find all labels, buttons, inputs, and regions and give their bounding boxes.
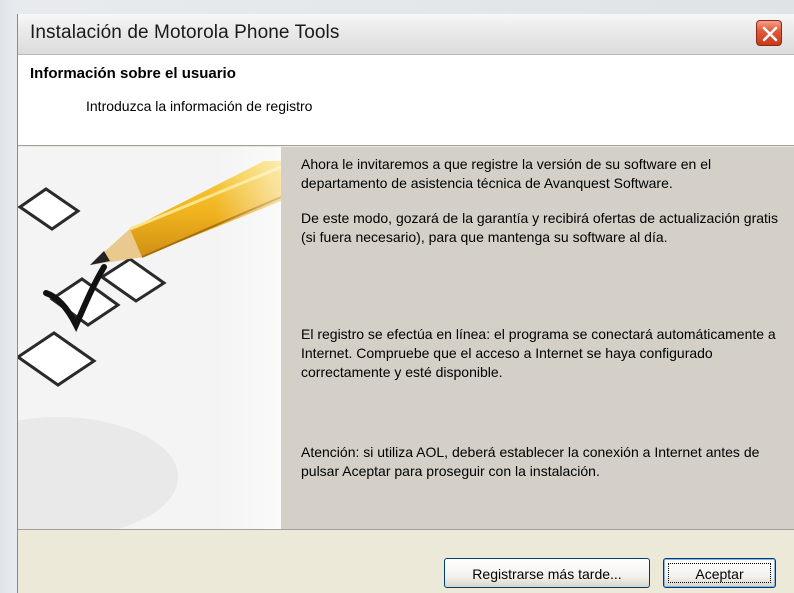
info-paragraph: Atención: si utiliza AOL, deberá estable… (301, 444, 760, 479)
window-title: Instalación de Motorola Phone Tools (30, 22, 340, 43)
dialog-footer: Registrarse más tarde... Aceptar (18, 530, 794, 593)
info-paragraph: Ahora le invitaremos a que registre la v… (301, 156, 712, 191)
info-text-panel: Ahora le invitaremos a que registre la v… (281, 147, 794, 529)
installer-dialog: Instalación de Motorola Phone Tools Info… (17, 14, 794, 593)
close-button[interactable] (756, 20, 782, 46)
title-bar[interactable]: Instalación de Motorola Phone Tools (18, 14, 794, 55)
close-icon (762, 26, 778, 42)
header-title: Información sobre el usuario (30, 65, 236, 82)
header-subtitle: Introduzca la información de registro (86, 98, 313, 114)
focus-rectangle (668, 563, 771, 583)
accept-button[interactable]: Aceptar (663, 558, 776, 588)
pencil-checklist-illustration (18, 147, 281, 529)
info-paragraph: De este modo, gozará de la garantía y re… (301, 210, 779, 245)
register-later-button[interactable]: Registrarse más tarde... (444, 558, 650, 588)
info-paragraph: El registro se efectúa en línea: el prog… (301, 326, 776, 380)
header-panel: Información sobre el usuario Introduzca … (18, 55, 794, 146)
